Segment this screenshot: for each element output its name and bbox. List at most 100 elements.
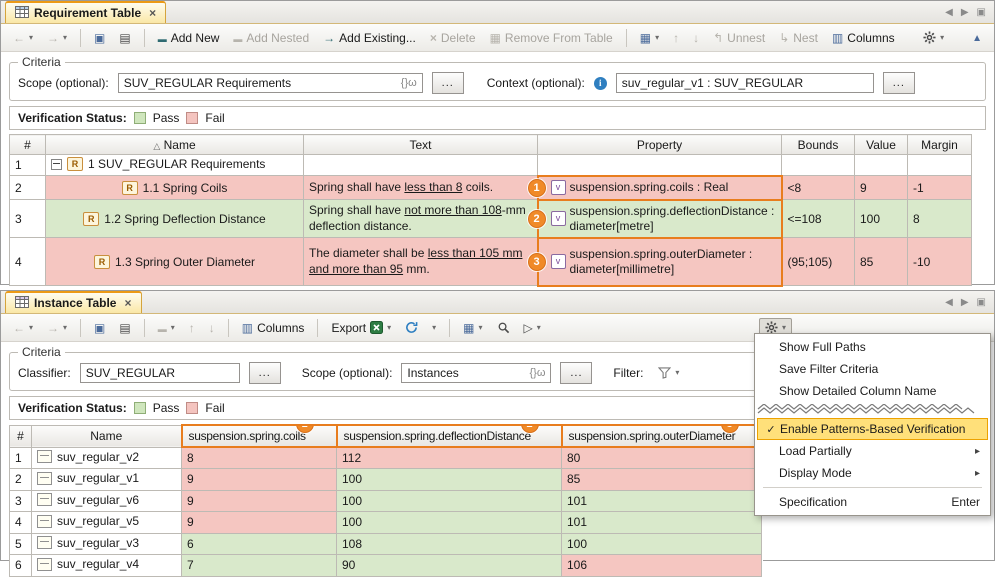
cell-deflection[interactable]: 108 <box>337 533 562 555</box>
table-row[interactable]: 4 suv_regular_v5 9 100 101 <box>10 512 762 534</box>
back-button[interactable]: ▾ <box>7 319 39 337</box>
cell-diameter[interactable]: 101 <box>562 490 762 512</box>
collapse-node-icon[interactable] <box>51 159 62 170</box>
cell-coils[interactable]: 6 <box>182 533 337 555</box>
column-header-name[interactable]: Name <box>46 135 304 155</box>
column-header-deflection-distance[interactable]: 2suspension.spring.deflectionDistance <box>337 425 562 447</box>
column-header-num[interactable]: # <box>10 135 46 155</box>
cell-diameter[interactable]: 100 <box>562 533 762 555</box>
context-browse-button[interactable]: ... <box>883 72 915 94</box>
cell-bounds[interactable]: <8 <box>782 176 855 200</box>
tab-scroll-right-icon[interactable] <box>961 298 969 308</box>
cell-num[interactable]: 3 <box>10 490 32 512</box>
copy-button[interactable] <box>88 29 111 47</box>
forward-button[interactable]: ▾ <box>41 319 73 337</box>
scope-input[interactable]: Instances{}ω <box>401 363 551 383</box>
tab-scroll-right-icon[interactable] <box>961 8 969 18</box>
scope-input[interactable]: SUV_REGULAR Requirements{}ω <box>118 73 423 93</box>
cell-margin[interactable]: -10 <box>908 238 972 286</box>
cell-coils[interactable]: 9 <box>182 469 337 491</box>
filter-button[interactable]: ▾ <box>652 364 685 382</box>
column-header-coils[interactable]: 1suspension.spring.coils <box>182 425 337 447</box>
back-button[interactable]: ▾ <box>7 29 39 47</box>
refresh-options-button[interactable]: ▾ <box>426 321 442 335</box>
cell-deflection[interactable]: 100 <box>337 512 562 534</box>
menu-item-specification[interactable]: SpecificationEnter <box>757 491 988 513</box>
table-row[interactable]: 3 1.2 Spring Deflection Distance Spring … <box>10 200 972 238</box>
cell-property[interactable]: 3suspension.spring.outerDiameter : diame… <box>538 238 782 286</box>
scope-browse-button[interactable]: ... <box>432 72 464 94</box>
cell-text[interactable]: Spring shall have less than 8 coils. <box>304 176 538 200</box>
column-header-value[interactable]: Value <box>855 135 908 155</box>
cell-margin[interactable] <box>908 155 972 176</box>
cell-deflection[interactable]: 100 <box>337 490 562 512</box>
cell-num[interactable]: 4 <box>10 512 32 534</box>
column-header-num[interactable]: # <box>10 425 32 447</box>
view-mode-button[interactable]: ▾ <box>457 319 488 337</box>
remove-from-table-button[interactable]: Remove From Table <box>484 28 619 48</box>
cell-name[interactable]: suv_regular_v5 <box>32 512 182 534</box>
info-icon[interactable]: i <box>594 77 607 90</box>
menu-item-show-full-paths[interactable]: Show Full Paths <box>757 336 988 358</box>
cell-coils[interactable]: 9 <box>182 512 337 534</box>
refresh-button[interactable] <box>399 318 424 337</box>
table-row[interactable]: 2 suv_regular_v1 9 100 85 <box>10 469 762 491</box>
cell-name[interactable]: 1 SUV_REGULAR Requirements <box>46 155 304 176</box>
menu-item-load-partially[interactable]: Load Partially <box>757 440 988 462</box>
menu-item-display-mode[interactable]: Display Mode <box>757 462 988 484</box>
delete-button[interactable]: Delete <box>424 28 482 48</box>
insert-options-button[interactable]: ▾ <box>634 29 665 47</box>
cell-bounds[interactable]: (95;105) <box>782 238 855 286</box>
table-row[interactable]: 3 suv_regular_v6 9 100 101 <box>10 490 762 512</box>
cell-text[interactable] <box>304 155 538 176</box>
menu-item-show-detailed-column-name[interactable]: Show Detailed Column Name <box>757 380 988 402</box>
maximize-icon[interactable] <box>977 8 986 18</box>
table-row[interactable]: 1 1 SUV_REGULAR Requirements <box>10 155 972 176</box>
search-button[interactable] <box>491 318 516 337</box>
column-header-name[interactable]: Name <box>32 425 182 447</box>
cell-num[interactable]: 1 <box>10 155 46 176</box>
tab-instance-table[interactable]: Instance Table × <box>5 291 142 313</box>
classifier-browse-button[interactable]: ... <box>249 362 281 384</box>
add-existing-button[interactable]: Add Existing... <box>317 28 422 48</box>
cell-num[interactable]: 2 <box>10 176 46 200</box>
cell-num[interactable]: 3 <box>10 200 46 238</box>
cell-diameter[interactable]: 106 <box>562 555 762 577</box>
table-row[interactable]: 1 suv_regular_v2 8 112 80 <box>10 447 762 469</box>
column-header-bounds[interactable]: Bounds <box>782 135 855 155</box>
export-button[interactable]: Export▾ <box>325 318 397 338</box>
move-up-button[interactable] <box>183 319 201 337</box>
close-icon[interactable]: × <box>124 296 131 310</box>
columns-button[interactable]: Columns <box>236 318 311 338</box>
menu-item-save-filter-criteria[interactable]: Save Filter Criteria <box>757 358 988 380</box>
cell-margin[interactable]: -1 <box>908 176 972 200</box>
cell-name[interactable]: suv_regular_v4 <box>32 555 182 577</box>
menu-item-enable-patterns-based-verification[interactable]: Enable Patterns-Based Verification <box>757 418 988 440</box>
cell-name[interactable]: 1.3 Spring Outer Diameter <box>46 238 304 286</box>
cell-num[interactable]: 1 <box>10 447 32 469</box>
cell-text[interactable]: The diameter shall be less than 105 mm a… <box>304 238 538 286</box>
report-button[interactable] <box>113 29 136 47</box>
gear-button[interactable]: ▾ <box>917 28 950 47</box>
cell-name[interactable]: suv_regular_v6 <box>32 490 182 512</box>
cell-num[interactable]: 4 <box>10 238 46 286</box>
create-instance-button[interactable]: ▾ <box>152 319 181 337</box>
cell-value[interactable]: 9 <box>855 176 908 200</box>
cell-name[interactable]: suv_regular_v3 <box>32 533 182 555</box>
maximize-icon[interactable] <box>977 298 986 308</box>
tab-scroll-left-icon[interactable] <box>945 8 953 18</box>
cell-bounds[interactable]: <=108 <box>782 200 855 238</box>
add-nested-button[interactable]: Add Nested <box>227 28 315 48</box>
close-icon[interactable]: × <box>149 6 156 20</box>
cell-name[interactable]: 1.1 Spring Coils <box>46 176 304 200</box>
cell-value[interactable]: 85 <box>855 238 908 286</box>
cell-num[interactable]: 6 <box>10 555 32 577</box>
collapse-toolbar-button[interactable] <box>966 28 988 47</box>
copy-button[interactable] <box>88 319 111 337</box>
cell-deflection[interactable]: 90 <box>337 555 562 577</box>
column-header-text[interactable]: Text <box>304 135 538 155</box>
column-header-outer-diameter[interactable]: 3suspension.spring.outerDiameter <box>562 425 762 447</box>
table-row[interactable]: 6 suv_regular_v4 7 90 106 <box>10 555 762 577</box>
cell-coils[interactable]: 9 <box>182 490 337 512</box>
cell-property[interactable]: 1suspension.spring.coils : Real <box>538 176 782 200</box>
